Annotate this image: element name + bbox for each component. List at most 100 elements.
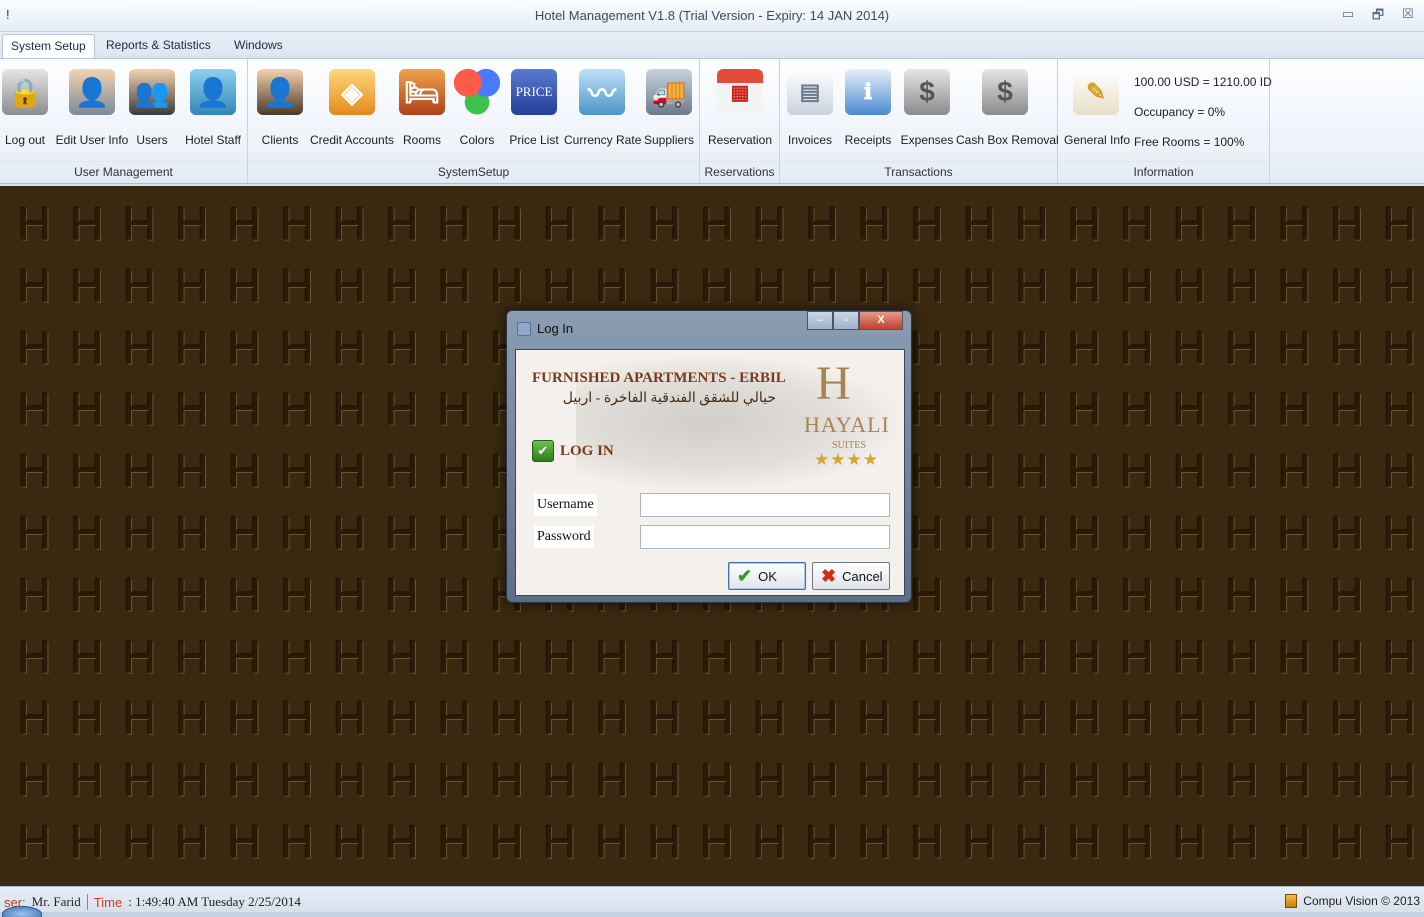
- pattern-letter: H: [385, 198, 419, 250]
- pattern-letter: H: [385, 815, 419, 868]
- restore-button[interactable]: 🗗: [1370, 6, 1386, 28]
- pattern-letter: H: [1383, 506, 1417, 559]
- pattern-letter: H: [543, 259, 577, 312]
- pattern-letter: H: [18, 383, 52, 436]
- pattern-letter: H: [1173, 445, 1207, 498]
- general-info-button[interactable]: ✎ General Info: [1064, 65, 1131, 153]
- pattern-letter: H: [280, 445, 314, 498]
- pattern-letter: H: [595, 754, 629, 807]
- time-key: Time: [93, 894, 123, 910]
- pattern-letter: H: [70, 321, 104, 374]
- pattern-letter: H: [280, 630, 314, 683]
- expenses-label: Expenses: [900, 133, 954, 147]
- credit-accounts-button[interactable]: ◈ Credit Accounts: [310, 65, 394, 153]
- pattern-letter: H: [1068, 568, 1102, 621]
- pattern-letter: H: [438, 259, 472, 312]
- username-input[interactable]: [640, 493, 890, 517]
- dollar-icon: $: [904, 69, 950, 115]
- pattern-letter: H: [805, 198, 839, 250]
- pattern-letter: H: [1278, 259, 1312, 312]
- pattern-letter: H: [1278, 815, 1312, 868]
- users-button[interactable]: 👥 Users: [129, 65, 175, 153]
- pattern-letter: H: [280, 692, 314, 745]
- pattern-letter: H: [648, 259, 682, 312]
- pattern-letter: H: [1173, 259, 1207, 312]
- pattern-letter: H: [175, 815, 209, 868]
- close-button[interactable]: ☒: [1400, 6, 1416, 28]
- tab-windows[interactable]: Windows: [226, 34, 291, 58]
- pattern-letter: H: [385, 383, 419, 436]
- vendor-icon: [1285, 894, 1298, 908]
- edit-user-info-button[interactable]: 👤 Edit User Info: [52, 65, 132, 153]
- suppliers-button[interactable]: 🚚 Suppliers: [644, 65, 694, 153]
- colors-button[interactable]: Colors: [452, 65, 502, 153]
- pattern-letter: H: [490, 692, 524, 745]
- pattern-letter: H: [228, 815, 262, 868]
- pattern-letter: H: [280, 568, 314, 621]
- price-list-button[interactable]: PRICE Price List: [508, 65, 560, 153]
- expenses-button[interactable]: $ Expenses: [898, 65, 956, 153]
- cancel-button[interactable]: ✖ Cancel: [812, 562, 890, 590]
- pattern-letter: H: [1068, 445, 1102, 498]
- pattern-letter: H: [1120, 383, 1154, 436]
- password-label: Password: [534, 526, 594, 548]
- pattern-letter: H: [123, 630, 157, 683]
- pattern-letter: H: [1068, 815, 1102, 868]
- pattern-letter: H: [385, 259, 419, 312]
- login-key-icon: ✔: [532, 440, 554, 462]
- pattern-letter: H: [1278, 198, 1312, 250]
- pattern-letter: H: [280, 321, 314, 374]
- pattern-letter: H: [648, 815, 682, 868]
- pattern-letter: H: [1120, 815, 1154, 868]
- pattern-letter: H: [18, 259, 52, 312]
- pattern-letter: H: [910, 321, 944, 374]
- hotel-staff-button[interactable]: 👤 Hotel Staff: [180, 65, 246, 153]
- pattern-letter: H: [543, 692, 577, 745]
- general-info-label: General Info: [1064, 133, 1131, 147]
- reservation-button[interactable]: ▦ Reservation: [706, 65, 774, 153]
- pattern-letter: H: [1173, 321, 1207, 374]
- tab-system-setup[interactable]: System Setup: [2, 34, 95, 58]
- pattern-letter: H: [18, 568, 52, 621]
- pattern-letter: H: [858, 692, 892, 745]
- dialog-maximize-button[interactable]: ▫: [833, 311, 859, 330]
- rooms-label: Rooms: [402, 133, 441, 147]
- dialog-minimize-button[interactable]: ‒: [807, 311, 833, 330]
- dialog-close-button[interactable]: X: [859, 311, 903, 330]
- group-label-transactions: Transactions: [780, 161, 1057, 181]
- pattern-letter: H: [18, 754, 52, 807]
- logout-button[interactable]: 🔒 Log out: [2, 65, 48, 153]
- pattern-letter: H: [805, 692, 839, 745]
- clients-button[interactable]: 👤 Clients: [256, 65, 304, 153]
- edit-user-info-label: Edit User Info: [55, 133, 129, 147]
- pattern-letter: H: [1173, 383, 1207, 436]
- pattern-letter: H: [963, 198, 997, 250]
- pattern-letter: H: [753, 259, 787, 312]
- brand-logo-name: HAYALI: [804, 412, 890, 437]
- pattern-letter: H: [18, 321, 52, 374]
- pattern-letter: H: [18, 506, 52, 559]
- password-input[interactable]: [640, 525, 890, 549]
- time-value: : 1:49:40 AM Tuesday 2/25/2014: [128, 894, 301, 909]
- pattern-letter: H: [385, 692, 419, 745]
- receipts-button[interactable]: ℹ Receipts: [842, 65, 894, 153]
- tab-reports-statistics[interactable]: Reports & Statistics: [98, 34, 219, 58]
- ok-button[interactable]: ✔ OK: [728, 562, 806, 590]
- currency-rate-button[interactable]: 〰 Currency Rate: [564, 65, 641, 153]
- cancel-label: Cancel: [842, 568, 883, 584]
- invoices-button[interactable]: ▤ Invoices: [786, 65, 834, 153]
- pattern-letter: H: [805, 754, 839, 807]
- cash-box-removal-button[interactable]: $ Cash Box Removal: [956, 65, 1059, 153]
- start-button[interactable]: [2, 906, 42, 917]
- pattern-letter: H: [333, 321, 367, 374]
- pattern-letter: H: [175, 198, 209, 250]
- group-label-information: Information: [1058, 161, 1269, 181]
- pattern-letter: H: [1225, 506, 1259, 559]
- minimize-button[interactable]: ▭: [1340, 6, 1356, 28]
- vendor-text: Compu Vision © 2013: [1303, 894, 1420, 908]
- pattern-letter: H: [595, 198, 629, 250]
- pattern-letter: H: [70, 445, 104, 498]
- pattern-letter: H: [595, 259, 629, 312]
- pattern-letter: H: [858, 754, 892, 807]
- rooms-button[interactable]: 🛏 Rooms: [398, 65, 446, 153]
